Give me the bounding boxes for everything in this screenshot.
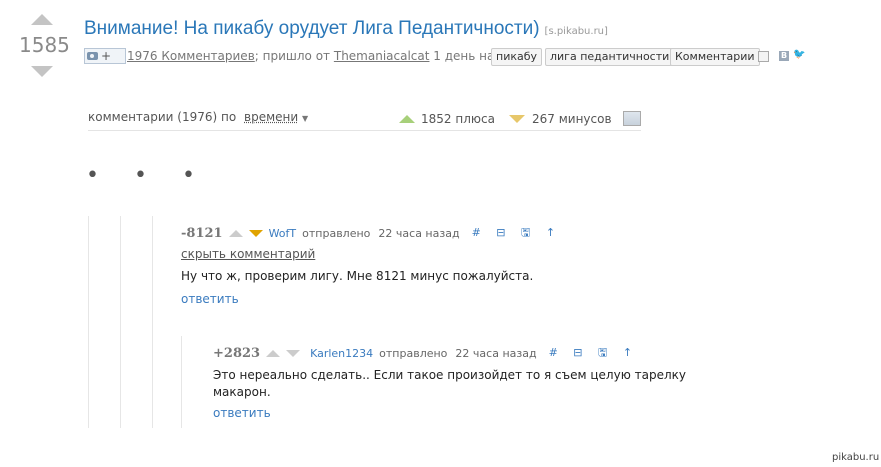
comment-action-icons[interactable]: # ⊟ 🖫 ↑	[472, 224, 562, 243]
reply-link[interactable]: ответить	[213, 406, 271, 420]
camera-icon	[87, 52, 98, 60]
comment-sent-label: отправлено	[379, 347, 448, 360]
sort-label: комментарии (1976) по	[88, 110, 237, 124]
reply-link[interactable]: ответить	[181, 292, 239, 306]
comment-author[interactable]: WofT	[269, 227, 297, 240]
minuses-count[interactable]: 267 минусов	[532, 112, 612, 126]
post-meta: 1976 Комментариев; пришло от Themaniacal…	[127, 49, 516, 63]
chevron-down-icon[interactable]: ▼	[302, 114, 308, 123]
save-icon[interactable]	[758, 51, 769, 62]
author-link[interactable]: Themaniacalcat	[334, 49, 430, 63]
thread-line	[181, 336, 182, 428]
comment-header: +2823 Karlen1234 отправлено 22 часа наза…	[213, 344, 638, 363]
vk-share-icon[interactable]: B	[779, 51, 789, 61]
comments-link[interactable]: 1976 Комментариев	[127, 49, 255, 63]
post-domain[interactable]: [s.pikabu.ru]	[545, 26, 608, 37]
photo-plus-button[interactable]: +	[84, 48, 126, 64]
post-title[interactable]: Внимание! На пикабу орудует Лига Педанти…	[84, 18, 540, 40]
sort-select[interactable]: времени	[244, 110, 298, 124]
comment-text: Ну что ж, проверим лигу. Мне 8121 минус …	[181, 269, 534, 283]
hide-comment-link[interactable]: скрыть комментарий	[181, 247, 315, 261]
comment-upvote-icon[interactable]	[266, 350, 281, 357]
comment-downvote-icon[interactable]	[248, 230, 263, 237]
twitter-share-icon[interactable]: 🐦	[793, 49, 805, 60]
thread-line	[88, 216, 89, 428]
comment-sent-label: отправлено	[302, 227, 371, 240]
minuses-icon	[509, 115, 525, 123]
meta-separator: ; пришло от	[254, 49, 331, 63]
tag-kommentarii[interactable]: Комментарии	[670, 48, 760, 66]
pluses-icon	[399, 115, 415, 123]
post-upvote-icon[interactable]	[31, 14, 53, 25]
comment-rating: +2823	[213, 346, 261, 361]
comment-time: 22 часа назад	[455, 347, 537, 360]
watermark: pikabu.ru	[832, 452, 880, 463]
post-header: Внимание! На пикабу орудует Лига Педанти…	[84, 18, 608, 40]
comment-header: -8121 WofT отправлено 22 часа назад # ⊟ …	[181, 224, 561, 243]
tag-pikabu[interactable]: пикабу	[491, 48, 543, 66]
image-icon[interactable]	[623, 111, 641, 126]
thread-line	[152, 216, 153, 428]
comment-author[interactable]: Karlen1234	[310, 347, 373, 360]
sort-divider	[88, 130, 641, 131]
comment-text-line2: макарон.	[213, 385, 271, 399]
tag-liga-pedantichnosti[interactable]: лига педантичности	[545, 48, 675, 66]
comment-upvote-icon[interactable]	[228, 230, 243, 237]
post-rating: 1585	[19, 33, 70, 57]
thread-line	[120, 216, 121, 428]
collapsed-thread-dots[interactable]: • • •	[86, 163, 209, 188]
comments-sort-bar: комментарии (1976) по времени ▼	[88, 110, 308, 124]
photo-plus-label: +	[101, 49, 112, 63]
comment-rating: -8121	[181, 226, 223, 241]
post-downvote-icon[interactable]	[31, 66, 53, 77]
comment-time: 22 часа назад	[378, 227, 460, 240]
comment-text-line1: Это нереально сделать.. Если такое произ…	[213, 368, 686, 382]
pluses-count[interactable]: 1852 плюса	[421, 112, 495, 126]
comment-action-icons[interactable]: # ⊟ 🖫 ↑	[549, 344, 639, 363]
comment-downvote-icon[interactable]	[286, 350, 301, 357]
